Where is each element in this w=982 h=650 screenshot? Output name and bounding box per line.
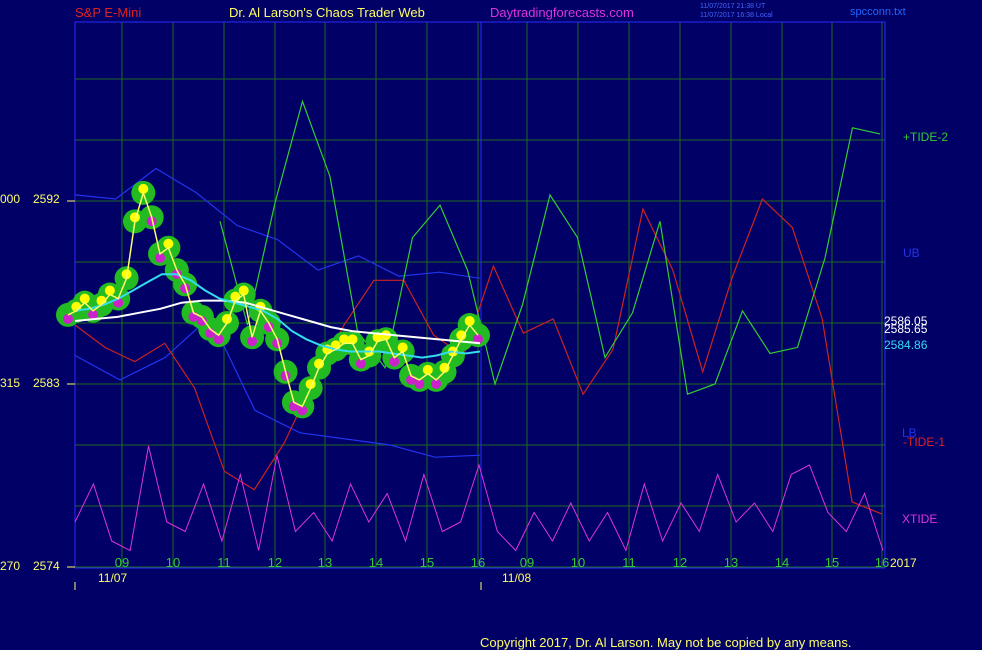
x-hour-label-10: 11 xyxy=(622,555,636,570)
x-hour-label-5: 14 xyxy=(369,555,383,570)
x-hour-label-3: 12 xyxy=(268,555,282,570)
x-hour-label-4: 13 xyxy=(318,555,332,570)
y-tick-left: 270 xyxy=(0,559,20,573)
x-hour-label-8: 09 xyxy=(520,555,534,570)
y-tick-right: 2583 xyxy=(33,376,60,390)
date-label-1108: 11/08 xyxy=(502,571,531,585)
label-white-ma: 2585.65 xyxy=(884,322,928,336)
chart: S&P E-Mini Dr. Al Larson's Chaos Trader … xyxy=(0,0,982,650)
x-hour-label-0: 09 xyxy=(115,555,129,570)
file-name: spcconn.txt xyxy=(850,6,906,18)
price-dot-22 xyxy=(247,336,258,347)
x-hour-label-2: 11 xyxy=(217,555,231,570)
y-tick-right: 2574 xyxy=(33,559,60,573)
x-hour-label-14: 15 xyxy=(825,555,839,570)
x-hour-label-6: 15 xyxy=(420,555,434,570)
price-dot-0 xyxy=(63,313,73,324)
label-tide1: -TIDE-1 xyxy=(903,435,945,449)
chart-title: S&P E-Mini xyxy=(75,5,141,20)
x-hour-label-7: 16 xyxy=(471,555,485,570)
label-cyan-ma: 2584.86 xyxy=(884,338,928,352)
date-label-1107: 11/07 xyxy=(98,571,127,585)
y-tick-left: 000 xyxy=(0,192,20,206)
chart-background xyxy=(0,0,982,650)
timestamp-utc: 11/07/2017 21:38 UT xyxy=(700,3,766,10)
copyright: Copyright 2017, Dr. Al Larson. May not b… xyxy=(480,635,851,650)
label-xtide: XTIDE xyxy=(902,512,937,526)
x-hour-label-9: 10 xyxy=(571,555,585,570)
year-label: 2017 xyxy=(890,556,917,570)
site-url[interactable]: Daytradingforecasts.com xyxy=(490,5,634,20)
x-hour-label-12: 13 xyxy=(724,555,738,570)
x-hour-label-11: 12 xyxy=(673,555,687,570)
x-hour-label-1: 10 xyxy=(166,555,180,570)
y-tick-left: 315 xyxy=(0,376,20,390)
label-ub: UB xyxy=(903,246,920,260)
label-tide2: +TIDE-2 xyxy=(903,130,948,144)
timestamp-local: 11/07/2017 16:38 Local xyxy=(700,12,773,19)
site-title: Dr. Al Larson's Chaos Trader Web xyxy=(229,5,425,20)
x-hour-label-15: 16 xyxy=(875,555,889,570)
x-hour-label-13: 14 xyxy=(775,555,789,570)
y-tick-right: 2592 xyxy=(33,192,60,206)
